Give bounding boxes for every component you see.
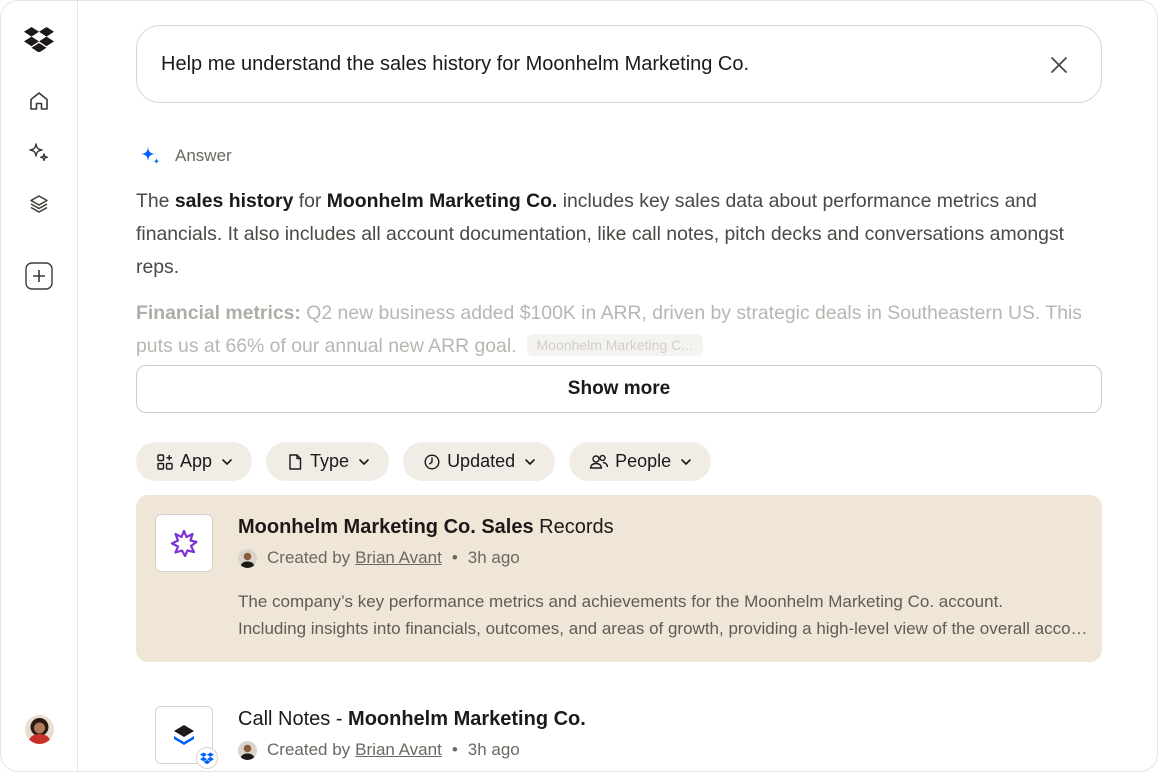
home-icon[interactable]	[23, 85, 55, 117]
result-meta: Created by Brian Avant • 3h ago	[238, 548, 520, 568]
result-time: 3h ago	[467, 548, 520, 567]
filter-bar: App Type Updated People	[136, 442, 712, 481]
close-icon	[1051, 57, 1067, 73]
answer-faded-paragraph: Financial metrics: Q2 new business added…	[136, 302, 1082, 357]
clear-search-button[interactable]	[1047, 53, 1071, 77]
author-avatar	[238, 740, 257, 760]
app-window: Help me understand the sales history for…	[0, 0, 1158, 772]
search-result-item[interactable]: Moonhelm Marketing Co. Sales Records Cre…	[136, 495, 1102, 662]
search-input[interactable]: Help me understand the sales history for…	[136, 25, 1102, 103]
sparkle-icon[interactable]	[23, 137, 55, 169]
app-burst-icon	[170, 529, 198, 557]
show-more-button[interactable]: Show more	[136, 365, 1102, 413]
chevron-down-icon	[523, 455, 537, 469]
user-avatar[interactable]	[25, 715, 54, 744]
plus-icon[interactable]	[23, 260, 55, 292]
filter-type[interactable]: Type	[266, 442, 390, 481]
layers-stack-icon	[174, 725, 194, 745]
result-time: 3h ago	[467, 740, 520, 759]
author-link[interactable]: Brian Avant	[355, 740, 442, 760]
result-title[interactable]: Call Notes - Moonhelm Marketing Co.	[238, 708, 586, 731]
search-query[interactable]: Help me understand the sales history for…	[161, 53, 749, 76]
chevron-down-icon	[679, 455, 693, 469]
result-thumbnail	[155, 514, 213, 572]
answer-paragraph: The sales history for Moonhelm Marketing…	[136, 190, 1065, 278]
sidebar	[1, 1, 78, 771]
file-icon	[286, 453, 304, 471]
result-meta: Created by Brian Avant • 3h ago	[238, 740, 520, 760]
dropbox-logo-icon[interactable]	[23, 23, 55, 55]
people-icon	[589, 453, 609, 471]
result-description: The company’s key performance metrics an…	[238, 592, 1090, 638]
author-avatar	[238, 548, 257, 568]
chevron-down-icon	[357, 455, 371, 469]
filter-people[interactable]: People	[569, 442, 712, 481]
ai-sparkle-icon	[141, 147, 160, 165]
filter-updated[interactable]: Updated	[403, 442, 556, 481]
result-title[interactable]: Moonhelm Marketing Co. Sales Records	[238, 516, 614, 539]
dropbox-badge-icon	[196, 747, 218, 769]
chevron-down-icon	[220, 455, 234, 469]
filter-app[interactable]: App	[136, 442, 253, 481]
search-result-item[interactable]: Call Notes - Moonhelm Marketing Co. Crea…	[136, 687, 1102, 771]
clock-icon	[423, 453, 441, 471]
layers-icon[interactable]	[23, 188, 55, 220]
answer-header: Answer	[138, 144, 232, 168]
answer-label: Answer	[175, 146, 232, 165]
source-chip[interactable]: Moonhelm Marketing C...	[526, 334, 703, 356]
author-link[interactable]: Brian Avant	[355, 548, 442, 568]
apps-icon	[156, 453, 174, 471]
